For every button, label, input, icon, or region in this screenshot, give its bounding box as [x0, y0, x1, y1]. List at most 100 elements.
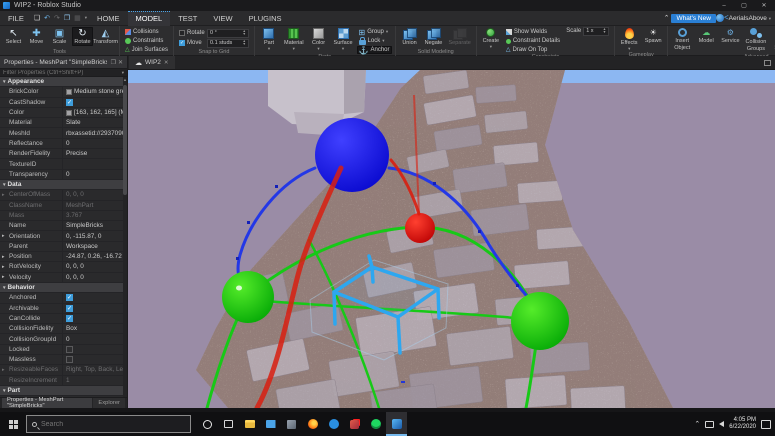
- property-value[interactable]: ✓: [62, 98, 123, 107]
- property-row-anchored[interactable]: Anchored✓: [0, 293, 123, 303]
- property-row-resizeincrement[interactable]: ResizeIncrement1: [0, 376, 123, 386]
- create-button[interactable]: Create▾: [480, 27, 502, 50]
- effects-button[interactable]: Effects▾: [618, 27, 640, 52]
- move-tool-button[interactable]: ✚Move: [26, 27, 47, 46]
- constraint-details-toggle[interactable]: Constraint Details: [504, 37, 562, 45]
- taskbar-app-photos[interactable]: [281, 412, 302, 436]
- property-row-cancollide[interactable]: CanCollide✓: [0, 314, 123, 324]
- massless-checkbox[interactable]: [66, 356, 73, 363]
- scrollbar-thumb[interactable]: [123, 85, 127, 195]
- property-value[interactable]: 0, 0, 0: [62, 262, 123, 271]
- property-row-orientation[interactable]: ▸Orientation0, -115.87, 0: [0, 231, 123, 241]
- explorer-dock-tab[interactable]: Explorer: [93, 398, 125, 408]
- property-row-renderfidelity[interactable]: RenderFidelityPrecise: [0, 149, 123, 159]
- property-value[interactable]: ✓: [62, 314, 123, 323]
- property-row-color[interactable]: Color[163, 162, 165] (Me...: [0, 108, 123, 118]
- collision-groups-button[interactable]: CollisionGroups: [744, 27, 769, 53]
- surface-button[interactable]: Surface▾: [332, 27, 355, 52]
- menu-tab-test[interactable]: TEST: [170, 11, 205, 26]
- model-button[interactable]: ☁Model: [695, 27, 717, 45]
- tab-close-icon[interactable]: ✕: [164, 60, 169, 66]
- property-row-meshid[interactable]: MeshIdrbxassetid://29370905: [0, 128, 123, 138]
- taskbar-app-app-blue[interactable]: [323, 412, 344, 436]
- redo-icon[interactable]: ↷: [52, 14, 62, 22]
- rotate-tool-button[interactable]: ↻Rotate: [72, 27, 93, 46]
- service-button[interactable]: ⚙Service: [719, 27, 741, 45]
- paste-icon[interactable]: ❐: [62, 14, 72, 22]
- viewport-tab-wip2[interactable]: ☁ WIP2 ✕: [129, 56, 175, 69]
- menu-tab-home[interactable]: HOME: [89, 11, 128, 26]
- draw-on-top-toggle[interactable]: △Draw On Top: [504, 46, 562, 54]
- property-value[interactable]: [62, 159, 123, 168]
- property-value[interactable]: Slate: [62, 118, 123, 127]
- property-row-reflectance[interactable]: Reflectance0: [0, 139, 123, 149]
- property-row-name[interactable]: NameSimpleBricks: [0, 221, 123, 231]
- property-row-transparency[interactable]: Transparency0: [0, 170, 123, 180]
- property-value[interactable]: Right, Top, Back, Left, ...: [62, 365, 123, 374]
- taskbar-app-mail[interactable]: [260, 412, 281, 436]
- property-value[interactable]: rbxassetid://29370905: [62, 128, 123, 137]
- whats-new-button[interactable]: What's New: [671, 14, 715, 23]
- property-value[interactable]: Medium stone grey: [62, 87, 123, 96]
- section-chevron-icon[interactable]: ▾: [3, 79, 6, 85]
- filter-properties-input[interactable]: [0, 68, 122, 77]
- anchor-button[interactable]: ⚓Anchor: [357, 46, 392, 54]
- menu-tab-view[interactable]: VIEW: [205, 11, 240, 26]
- red-sphere[interactable]: [405, 213, 435, 243]
- account-menu[interactable]: AerialsAbove ▾: [729, 15, 775, 22]
- close-button[interactable]: ✕: [756, 2, 772, 9]
- show-welds-toggle[interactable]: Show Welds: [504, 28, 562, 36]
- group-button[interactable]: ⊞Group▾: [357, 28, 392, 36]
- section-header-data[interactable]: ▾Data: [0, 180, 123, 190]
- properties-dock-tab[interactable]: Properties - MeshPart "SimpleBricks": [2, 398, 92, 408]
- minimize-button[interactable]: –: [716, 3, 732, 9]
- taskbar-app-app-red[interactable]: [344, 412, 365, 436]
- properties-scrollbar[interactable]: ▲: [123, 77, 127, 397]
- locked-checkbox[interactable]: [66, 346, 73, 353]
- expand-arrow-icon[interactable]: ▸: [2, 274, 5, 280]
- property-row-textureid[interactable]: TextureID: [0, 159, 123, 169]
- section-chevron-icon[interactable]: ▾: [3, 182, 6, 188]
- property-value[interactable]: ✓: [62, 293, 123, 302]
- scene-canvas[interactable]: [128, 70, 775, 408]
- collapse-ribbon-icon[interactable]: ⌃: [662, 14, 672, 22]
- section-header-behavior[interactable]: ▾Behavior: [0, 283, 123, 293]
- expand-arrow-icon[interactable]: ▸: [2, 254, 5, 260]
- anchored-checkbox[interactable]: ✓: [66, 294, 73, 301]
- separate-button[interactable]: Separate: [447, 27, 473, 47]
- property-value[interactable]: [62, 345, 123, 354]
- property-row-resizeablefaces[interactable]: ▸ResizeableFacesRight, Top, Back, Left, …: [0, 365, 123, 375]
- property-row-velocity[interactable]: ▸Velocity0, 0, 0: [0, 273, 123, 283]
- float-window-icon[interactable]: [764, 60, 771, 66]
- spawn-button[interactable]: ☀Spawn: [642, 27, 664, 45]
- property-value[interactable]: [62, 355, 123, 364]
- globe-icon[interactable]: [716, 14, 724, 22]
- move-snap-input[interactable]: 0.1 studs▲▼: [207, 39, 249, 48]
- material-button[interactable]: Material▾: [282, 27, 306, 52]
- expand-arrow-icon[interactable]: ▸: [2, 233, 5, 239]
- select-tool-button[interactable]: ↖Select: [3, 27, 24, 46]
- menu-tab-model[interactable]: MODEL: [128, 11, 171, 26]
- menu-tab-plugins[interactable]: PLUGINS: [241, 11, 290, 26]
- transform-tool-button[interactable]: ◭Transform: [95, 27, 116, 46]
- property-row-centerofmass[interactable]: ▸CenterOfMass0, 0, 0: [0, 190, 123, 200]
- property-value[interactable]: 0, 0, 0: [62, 190, 123, 199]
- spinner-icon[interactable]: ▲▼: [243, 40, 246, 46]
- taskbar-app-spotify[interactable]: [365, 412, 386, 436]
- property-value[interactable]: 3.767: [62, 211, 123, 220]
- join-surfaces-toggle[interactable]: △Join Surfaces: [123, 46, 170, 54]
- close-panel-icon[interactable]: ✕: [118, 59, 123, 66]
- dock-window-icon[interactable]: ❐: [111, 59, 116, 66]
- scale-tool-button[interactable]: ▣Scale: [49, 27, 70, 46]
- scroll-up-icon[interactable]: ▲: [123, 77, 127, 82]
- constraint-scale-input[interactable]: 1 x▲▼: [583, 27, 609, 36]
- taskbar-app-roblox-studio[interactable]: [386, 412, 407, 436]
- property-value[interactable]: [163, 162, 165] (Me...: [62, 108, 123, 117]
- taskbar-app-file-explorer[interactable]: [239, 412, 260, 436]
- property-row-rotvelocity[interactable]: ▸RotVelocity0, 0, 0: [0, 262, 123, 272]
- volume-icon[interactable]: [719, 421, 724, 427]
- taskbar-search[interactable]: [26, 415, 191, 433]
- save-icon[interactable]: ▦: [72, 14, 83, 22]
- action-center-icon[interactable]: [761, 420, 771, 429]
- cancollide-checkbox[interactable]: ✓: [66, 315, 73, 322]
